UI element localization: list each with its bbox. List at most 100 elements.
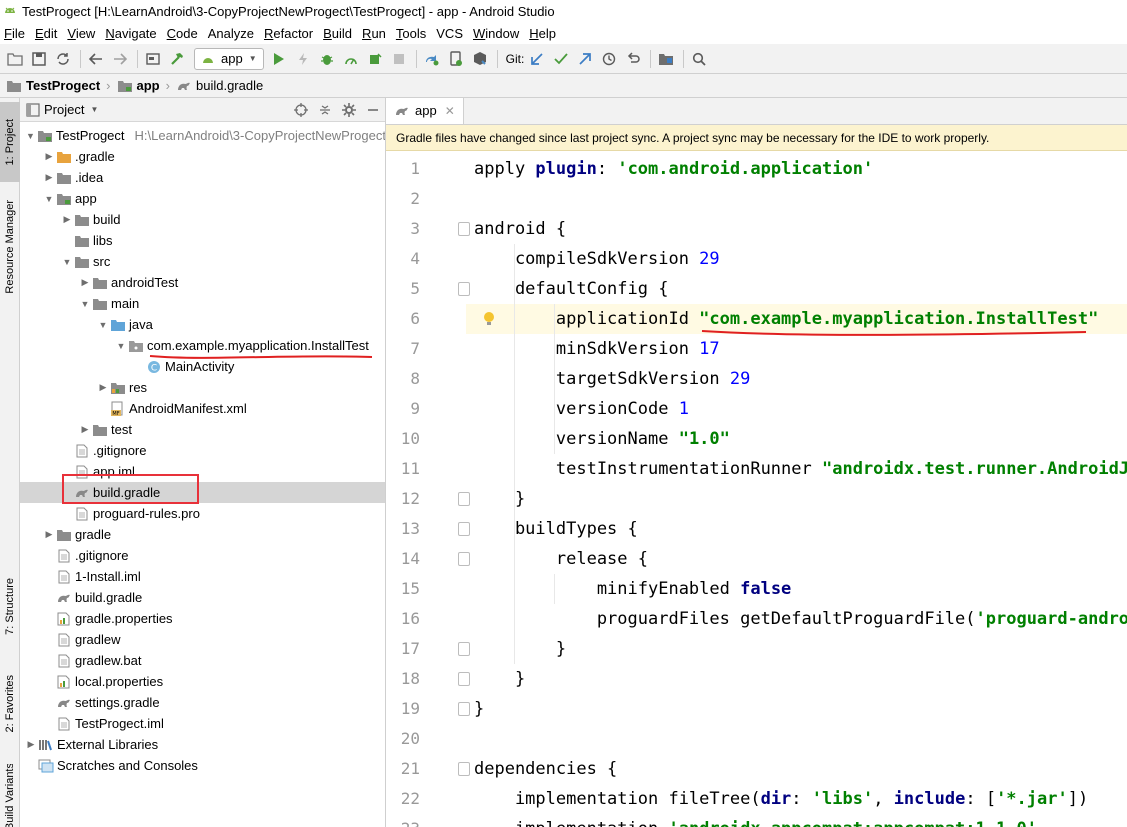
tree-item[interactable]: gradlew.bat — [20, 650, 385, 671]
avd-manager-icon[interactable] — [445, 48, 467, 70]
select-config-icon[interactable] — [142, 48, 164, 70]
project-view-selector[interactable]: Project — [44, 102, 84, 117]
code-line[interactable]: } — [474, 634, 566, 664]
menu-refactor[interactable]: Refactor — [260, 26, 317, 41]
git-update-icon[interactable] — [526, 48, 548, 70]
breadcrumb-app[interactable]: app — [117, 78, 160, 93]
tree-item[interactable]: TestProgect.iml — [20, 713, 385, 734]
close-icon[interactable]: ✕ — [445, 104, 455, 118]
collapse-all-icon[interactable] — [313, 103, 337, 117]
git-rollback-icon[interactable] — [622, 48, 644, 70]
expand-arrow-icon[interactable]: ▼ — [24, 131, 37, 141]
tree-item[interactable]: MF AndroidManifest.xml — [20, 398, 385, 419]
locate-icon[interactable] — [289, 102, 313, 117]
code-line[interactable]: buildTypes { — [474, 514, 638, 544]
git-history-icon[interactable] — [598, 48, 620, 70]
code-line[interactable]: versionName "1.0" — [474, 424, 730, 454]
tree-item[interactable]: build.gradle — [20, 587, 385, 608]
menu-edit[interactable]: Edit — [31, 26, 61, 41]
breadcrumb-project[interactable]: TestProgect — [6, 78, 100, 93]
minimize-icon[interactable] — [361, 104, 385, 116]
fold-marker-icon[interactable] — [458, 222, 470, 236]
editor-tab-app[interactable]: app ✕ — [386, 98, 464, 124]
back-arrow-icon[interactable] — [85, 48, 107, 70]
collapse-arrow-icon[interactable]: ▶ — [60, 214, 74, 225]
fold-marker-icon[interactable] — [458, 522, 470, 536]
tree-item[interactable]: ▼ java — [20, 314, 385, 335]
lightbulb-icon[interactable] — [482, 311, 496, 327]
tree-item[interactable]: libs — [20, 230, 385, 251]
expand-arrow-icon[interactable]: ▼ — [114, 341, 128, 351]
tree-item[interactable]: ▶ External Libraries — [20, 734, 385, 755]
tab-structure[interactable]: 7: Structure — [0, 566, 20, 646]
project-structure-icon[interactable] — [655, 48, 677, 70]
tree-item[interactable]: ▶ res — [20, 377, 385, 398]
menu-window[interactable]: Window — [469, 26, 523, 41]
menu-tools[interactable]: Tools — [392, 26, 430, 41]
tree-item[interactable]: ▶ test — [20, 419, 385, 440]
code-line[interactable]: implementation fileTree(dir: 'libs', inc… — [474, 784, 1088, 814]
forward-arrow-icon[interactable] — [109, 48, 131, 70]
tab-favorites[interactable]: 2: Favorites — [0, 664, 20, 744]
menu-vcs[interactable]: VCS — [432, 26, 467, 41]
collapse-arrow-icon[interactable]: ▶ — [24, 739, 38, 750]
tree-item[interactable]: .gitignore — [20, 440, 385, 461]
expand-arrow-icon[interactable]: ▼ — [42, 194, 56, 204]
sync-gradle-icon[interactable] — [421, 48, 443, 70]
code-line[interactable]: release { — [474, 544, 648, 574]
menu-help[interactable]: Help — [525, 26, 560, 41]
debug-icon[interactable] — [316, 48, 338, 70]
tree-item[interactable]: gradle.properties — [20, 608, 385, 629]
save-all-icon[interactable] — [28, 48, 50, 70]
tab-build-variants[interactable]: Build Variants — [0, 764, 20, 827]
tree-item[interactable]: ▶ .idea — [20, 167, 385, 188]
code-line[interactable]: } — [474, 694, 484, 724]
code-line[interactable]: versionCode 1 — [474, 394, 689, 424]
tab-resource-manager[interactable]: Resource Manager — [0, 192, 20, 302]
code-line[interactable]: implementation 'androidx.appcompat:appco… — [474, 814, 1037, 827]
fold-marker-icon[interactable] — [458, 552, 470, 566]
breadcrumb-file[interactable]: build.gradle — [176, 78, 263, 93]
code-line[interactable]: targetSdkVersion 29 — [474, 364, 750, 394]
code-line[interactable]: minifyEnabled false — [474, 574, 791, 604]
tree-item[interactable]: ▶ .gradle — [20, 146, 385, 167]
fold-marker-icon[interactable] — [458, 642, 470, 656]
fold-marker-icon[interactable] — [458, 762, 470, 776]
tree-item[interactable]: 1-Install.iml — [20, 566, 385, 587]
run-configuration-dropdown[interactable]: app ▼ — [194, 47, 264, 70]
tree-item[interactable]: settings.gradle — [20, 692, 385, 713]
tree-item[interactable]: gradlew — [20, 629, 385, 650]
menu-run[interactable]: Run — [358, 26, 390, 41]
sync-icon[interactable] — [52, 48, 74, 70]
menu-file[interactable]: File — [0, 26, 29, 41]
fold-marker-icon[interactable] — [458, 702, 470, 716]
fold-marker-icon[interactable] — [458, 282, 470, 296]
code-line[interactable]: apply plugin: 'com.android.application' — [474, 154, 873, 184]
tree-item[interactable]: ▶ androidTest — [20, 272, 385, 293]
collapse-arrow-icon[interactable]: ▶ — [78, 424, 92, 435]
code-line[interactable]: } — [474, 664, 525, 694]
search-icon[interactable] — [688, 48, 710, 70]
collapse-arrow-icon[interactable]: ▶ — [42, 151, 56, 162]
menu-analyze[interactable]: Analyze — [204, 26, 258, 41]
code-line[interactable]: android { — [474, 214, 566, 244]
collapse-arrow-icon[interactable]: ▶ — [42, 529, 56, 540]
menu-view[interactable]: View — [63, 26, 99, 41]
code-line[interactable]: } — [474, 484, 525, 514]
menu-build[interactable]: Build — [319, 26, 356, 41]
git-commit-icon[interactable] — [550, 48, 572, 70]
apply-changes-icon[interactable] — [292, 48, 314, 70]
code-area[interactable]: 1234567891011121314151617181920212223 ap… — [386, 151, 1127, 827]
expand-arrow-icon[interactable]: ▼ — [78, 299, 92, 309]
menu-navigate[interactable]: Navigate — [101, 26, 160, 41]
tree-item[interactable]: .gitignore — [20, 545, 385, 566]
code-line[interactable]: dependencies { — [474, 754, 617, 784]
tree-item[interactable]: ▼ app — [20, 188, 385, 209]
code-line[interactable]: testInstrumentationRunner "androidx.test… — [474, 454, 1127, 484]
expand-arrow-icon[interactable]: ▼ — [96, 320, 110, 330]
fold-marker-icon[interactable] — [458, 672, 470, 686]
menu-code[interactable]: Code — [163, 26, 202, 41]
open-folder-icon[interactable] — [4, 48, 26, 70]
code-line[interactable]: defaultConfig { — [474, 274, 669, 304]
tree-item[interactable]: local.properties — [20, 671, 385, 692]
